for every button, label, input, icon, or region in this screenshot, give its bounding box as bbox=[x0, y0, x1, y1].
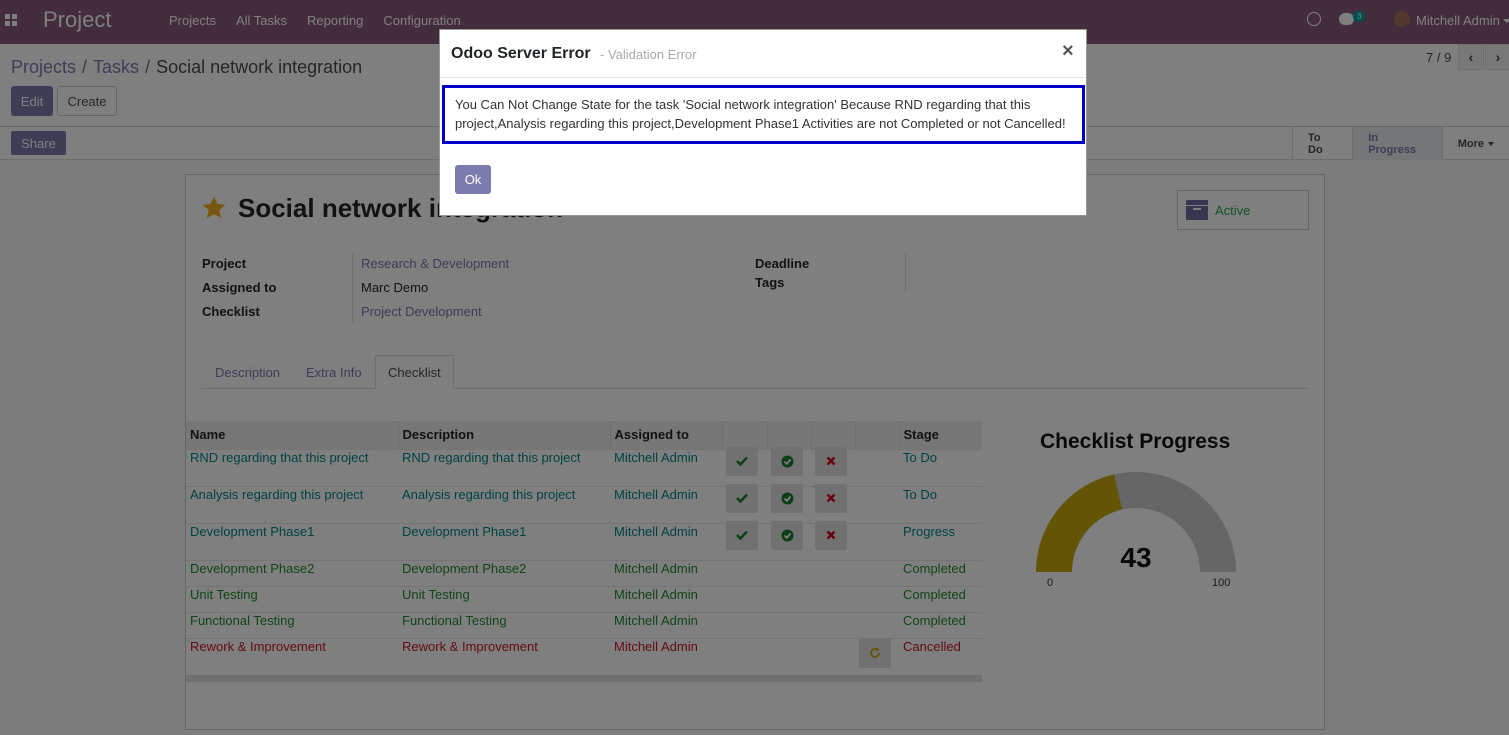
dialog-title: Odoo Server Error bbox=[451, 45, 591, 62]
error-message: You Can Not Change State for the task 'S… bbox=[442, 85, 1085, 144]
error-dialog: Odoo Server Error - Validation Error × Y… bbox=[439, 29, 1087, 216]
dialog-header: Odoo Server Error - Validation Error × bbox=[440, 30, 1086, 78]
close-icon[interactable]: × bbox=[1062, 40, 1074, 63]
dialog-subtitle: - Validation Error bbox=[600, 47, 697, 62]
ok-button[interactable]: Ok bbox=[455, 165, 491, 194]
